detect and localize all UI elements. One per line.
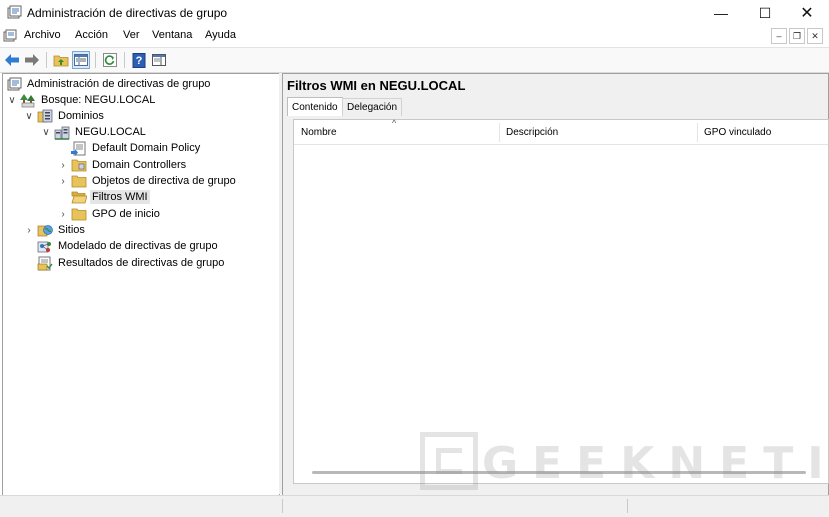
chevron-right-icon[interactable]: › [57,208,69,220]
ou-folder-icon [71,157,87,173]
mdi-minimize-icon: – [776,31,782,41]
toolbar-separator [95,52,96,68]
list-header: ^ Nombre Descripción GPO vinculado [294,118,828,145]
forward-button[interactable] [23,51,41,69]
action-pane-icon [152,54,166,66]
tree-item-gpo-objects[interactable]: › Objetos de directiva de grupo [57,173,238,189]
refresh-button[interactable] [101,51,119,69]
refresh-icon [103,53,117,67]
tree-item-label: Resultados de directivas de grupo [58,257,225,269]
toolbar-separator [46,52,47,68]
console-tree[interactable]: Administración de directivas de grupo ∨ … [2,73,280,496]
tree-item-default-domain-policy[interactable]: Default Domain Policy [71,140,202,156]
folder-open-icon [71,189,87,205]
tree-item-wmi-filters[interactable]: Filtros WMI [71,189,150,205]
result-pane: Filtros WMI en NEGU.LOCAL Contenido Dele… [282,73,829,496]
chevron-down-icon[interactable]: ∨ [6,94,18,106]
mdi-close-icon: ✕ [811,30,819,41]
help-book-icon: ? [132,52,146,68]
tree-item-modeling[interactable]: Modelado de directivas de grupo [37,238,220,254]
show-hide-tree-button[interactable] [72,51,90,69]
mdi-restore-button[interactable]: ❐ [789,28,805,44]
wmi-filter-list[interactable]: ^ Nombre Descripción GPO vinculado [293,118,829,484]
page-title: Filtros WMI en NEGU.LOCAL [287,78,466,93]
mdi-close-button[interactable]: ✕ [807,28,823,44]
system-menu-icon[interactable] [3,29,17,43]
minimize-icon: — [714,5,728,21]
window-title: Administración de directivas de grupo [27,6,228,20]
forward-arrow-icon [25,54,39,66]
close-button[interactable]: ✕ [786,0,828,26]
results-icon [37,255,53,271]
tab-delegacion[interactable]: Delegación [342,98,403,116]
mdi-minimize-button[interactable]: – [771,28,787,44]
title-bar: Administración de directivas de grupo — … [0,0,829,26]
modeling-icon [37,238,53,254]
domains-icon [37,108,53,124]
tree-item-label: Domain Controllers [92,159,187,171]
folder-icon [71,206,87,222]
tree-item-starter-gpos[interactable]: › GPO de inicio [57,206,162,222]
help-glyph: ? [136,55,143,67]
tree-item-label: Filtros WMI [90,190,150,204]
gpmc-app-icon [7,5,22,20]
menu-bar: Archivo Acción Ver Ventana Ayuda – ❐ ✕ [0,26,829,46]
gpmc-icon [6,76,22,92]
tree-item-domains[interactable]: ∨ Dominios [23,108,106,124]
up-level-button[interactable] [52,51,70,69]
horizontal-scrollbar[interactable] [312,471,806,474]
toolbar: ? [0,47,829,73]
domain-icon [54,124,70,140]
tree-item-label: Sitios [58,224,85,236]
column-header-gpo-vinculado[interactable]: GPO vinculado [697,120,828,144]
toolbar-separator [124,52,125,68]
column-header-descripcion[interactable]: Descripción [499,120,697,144]
menu-ayuda[interactable]: Ayuda [205,29,236,41]
tree-item-label: Modelado de directivas de grupo [58,240,218,252]
chevron-down-icon[interactable]: ∨ [23,110,35,122]
close-icon: ✕ [800,5,814,22]
show-action-pane-button[interactable] [150,51,168,69]
menu-ver[interactable]: Ver [123,29,140,41]
chevron-right-icon[interactable]: › [23,224,35,236]
back-arrow-icon [5,54,19,66]
tree-item-root[interactable]: Administración de directivas de grupo [6,76,212,92]
folder-up-icon [53,55,69,67]
tree-item-label: NEGU.LOCAL [75,126,146,138]
status-divider [282,499,283,513]
menu-ventana[interactable]: Ventana [152,29,192,41]
tree-item-forest[interactable]: ∨ Bosque: NEGU.LOCAL [6,92,157,108]
mdi-controls: – ❐ ✕ [771,28,823,44]
menu-archivo[interactable]: Archivo [24,29,61,41]
tree-item-label: Bosque: NEGU.LOCAL [41,94,156,106]
tree-item-results[interactable]: Resultados de directivas de grupo [37,255,226,271]
help-button[interactable]: ? [130,51,148,69]
tree-item-domain-controllers[interactable]: › Domain Controllers [57,157,188,173]
chevron-right-icon[interactable]: › [57,159,69,171]
chevron-right-icon[interactable]: › [57,175,69,187]
forest-icon [20,92,36,108]
tree-item-label: Administración de directivas de grupo [27,78,211,90]
mdi-restore-icon: ❐ [792,30,802,41]
tree-item-sites[interactable]: › Sitios [23,222,87,238]
console-tree-icon [74,54,88,66]
tree-item-negu-local[interactable]: ∨ NEGU.LOCAL [40,124,148,140]
maximize-icon: ☐ [758,4,772,21]
status-bar [0,495,829,517]
column-header-nombre[interactable]: Nombre [294,120,499,144]
tab-contenido[interactable]: Contenido [287,97,343,116]
tree-item-label: GPO de inicio [92,208,160,220]
tree-item-label: Default Domain Policy [92,142,201,154]
back-button[interactable] [3,51,21,69]
folder-icon [71,173,87,189]
menu-accion[interactable]: Acción [75,29,108,41]
tree-item-label: Dominios [58,110,104,122]
sites-icon [37,222,53,238]
chevron-down-icon[interactable]: ∨ [40,126,52,138]
gpo-link-icon [71,140,87,156]
tree-item-label: Objetos de directiva de grupo [92,175,236,187]
minimize-button[interactable]: — [700,0,742,26]
maximize-button[interactable]: ☐ [744,0,786,26]
status-divider [627,499,628,513]
